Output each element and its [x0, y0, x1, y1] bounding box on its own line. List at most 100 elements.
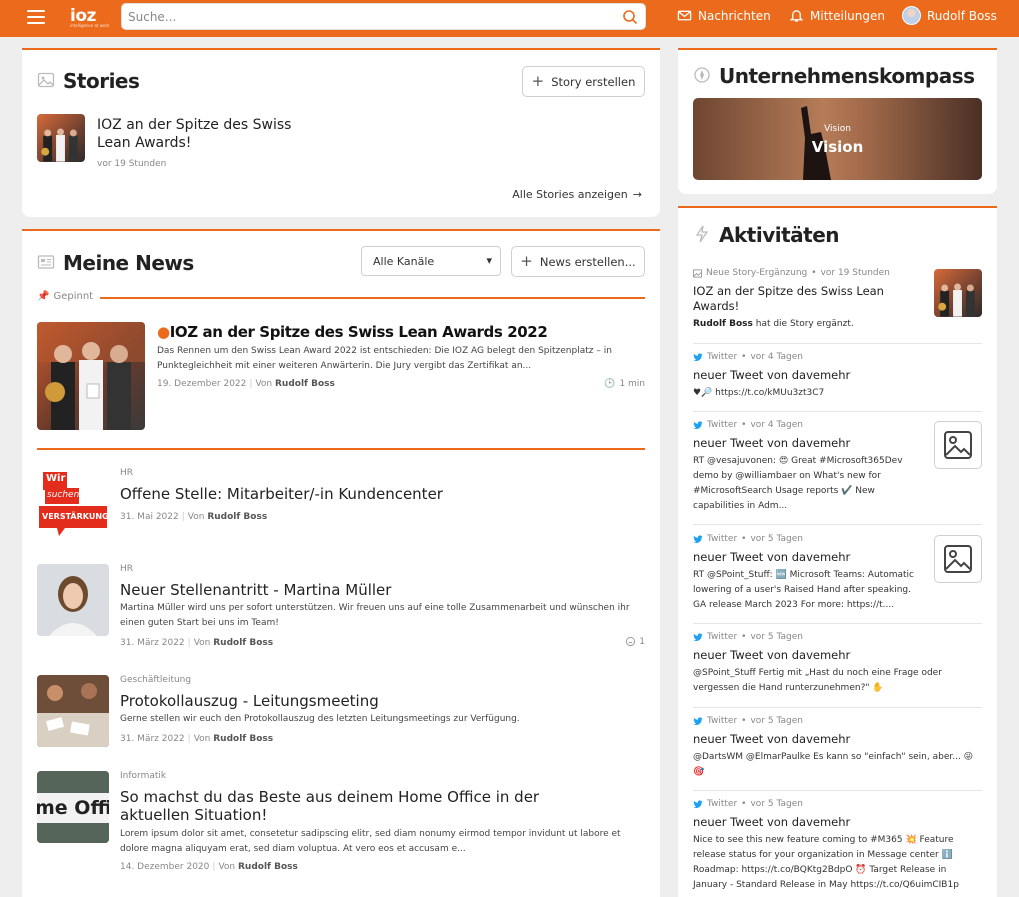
story-time: vor 19 Stunden [97, 159, 167, 169]
news-meta: 14. Dezember 2020 | Von Rudolf Boss [120, 862, 298, 872]
messages-label: Nachrichten [698, 8, 771, 23]
pinned-news-title[interactable]: ●IOZ an der Spitze des Swiss Lean Awards… [157, 323, 548, 341]
show-all-stories-link[interactable]: Alle Stories anzeigen → [512, 188, 642, 201]
bell-icon [789, 10, 804, 22]
channel-select[interactable]: Alle Kanäle ▾ [361, 246, 501, 276]
unread-dot-icon: ● [157, 323, 170, 341]
activity-divider [693, 343, 982, 344]
notifications-link[interactable]: Mitteilungen [789, 8, 885, 23]
stories-title: Stories [63, 69, 140, 93]
activity-item[interactable]: Neue Story-Ergänzung • vor 19 Stunden IOZ … [693, 268, 923, 332]
activity-thumbnail[interactable] [934, 269, 982, 317]
news-date: 14. Dezember 2020 [120, 862, 210, 872]
news-von: Von [218, 862, 236, 872]
pinned-news-thumbnail[interactable] [37, 322, 145, 430]
story-thumbnail[interactable] [37, 114, 85, 162]
activity-divider [693, 623, 982, 624]
activity-divider [693, 411, 982, 412]
news-item-title[interactable]: So machst du das Beste aus deinem Home O… [120, 788, 600, 824]
activity-item[interactable]: Twitter • vor 5 Tagen neuer Tweet von dave… [693, 799, 982, 893]
news-item-title[interactable]: Protokollauszug - Leitungsmeeting [120, 692, 379, 710]
activity-source: Twitter [707, 799, 738, 809]
user-name: Rudolf Boss [927, 8, 997, 23]
activity-divider [693, 790, 982, 791]
pinned-header: 📌 Gepinnt [37, 291, 93, 302]
activity-source: Twitter [707, 534, 738, 544]
messages-link[interactable]: Nachrichten [677, 8, 771, 23]
menu-icon[interactable] [27, 10, 45, 24]
image-placeholder-icon[interactable] [934, 421, 982, 469]
news-von: Von [193, 638, 211, 648]
news-thumbnail-person[interactable] [37, 564, 109, 636]
news-author[interactable]: Rudolf Boss [207, 512, 267, 522]
logo-subtitle: intelligence at work [70, 23, 110, 28]
top-bar: iozintelligence at work Nachrichten Mitt… [0, 0, 1019, 37]
activity-item[interactable]: Twitter • vor 5 Tagen neuer Tweet von dave… [693, 632, 982, 696]
people-photo [41, 128, 78, 162]
activity-source: Twitter [707, 420, 738, 430]
news-thumbnail-homeoffice[interactable]: me Offi [37, 771, 109, 843]
pinned-news-title-text: IOZ an der Spitze des Swiss Lean Awards … [169, 323, 548, 341]
comment-count[interactable]: 1 [625, 636, 645, 647]
news-author[interactable]: Rudolf Boss [213, 734, 273, 744]
news-item-title[interactable]: Neuer Stellenantritt - Martina Müller [120, 581, 391, 599]
news-category: Geschäftleitung [120, 675, 192, 685]
activity-body: @SPoint_Stuff Fertig mit „Hast du noch e… [693, 668, 942, 693]
activity-title: neuer Tweet von davemehr [693, 815, 851, 829]
pinned-bottom-divider [37, 448, 645, 450]
pinned-news-meta: 19. Dezember 2022 | Von Rudolf Boss [157, 379, 335, 389]
search-input[interactable] [128, 8, 608, 26]
pinned-news-author[interactable]: Rudolf Boss [275, 379, 335, 389]
activity-body: Nice to see this new feature coming to #… [693, 835, 959, 890]
news-meta: 31. März 2022 | Von Rudolf Boss [120, 734, 274, 744]
envelope-icon [677, 10, 692, 21]
news-category: Informatik [120, 771, 167, 781]
create-news-button[interactable]: + News erstellen... [511, 246, 645, 277]
story-title[interactable]: IOZ an der Spitze des Swiss Lean Awards! [97, 116, 317, 152]
news-thumbnail-job[interactable]: Wir suchen VERSTÄRKUNG [37, 466, 109, 538]
activity-title: neuer Tweet von davemehr [693, 550, 851, 564]
activity-item[interactable]: Twitter • vor 4 Tagen neuer Tweet von dave… [693, 352, 982, 401]
channel-select-value: Alle Kanäle [373, 255, 435, 268]
create-story-button[interactable]: + Story erstellen [522, 66, 645, 97]
activity-time: vor 5 Tagen [750, 799, 803, 809]
woman-photo [37, 564, 109, 636]
people-photo [37, 322, 145, 430]
activity-title: neuer Tweet von davemehr [693, 732, 851, 746]
news-category: HR [120, 468, 134, 478]
image-icon [693, 268, 702, 278]
vision-banner[interactable]: Vision Vision [693, 98, 982, 180]
activity-title: neuer Tweet von davemehr [693, 436, 851, 450]
activity-body: RT @vesajuvonen: 😍 Great #Microsoft365De… [693, 456, 903, 511]
news-card: Meine News Alle Kanäle ▾ + News erstellen.… [22, 229, 660, 897]
activity-item[interactable]: Twitter • vor 4 Tagen neuer Tweet von dave… [693, 420, 923, 514]
news-meta: 31. Mai 2022 | Von Rudolf Boss [120, 512, 268, 522]
plus-icon: + [520, 252, 533, 270]
news-item-title[interactable]: Offene Stelle: Mitarbeiter/-in Kundencen… [120, 485, 443, 503]
create-news-label: News erstellen... [539, 254, 636, 269]
activity-body: ♥🔎 https://t.co/kMUu3zt3C7 [693, 388, 825, 398]
clock-icon: 🕒 [604, 379, 616, 389]
thumb-text-home-office: me Offi [37, 797, 109, 819]
activity-author[interactable]: Rudolf Boss [693, 319, 753, 329]
search-box[interactable] [121, 3, 646, 30]
activity-time: vor 5 Tagen [750, 716, 803, 726]
twitter-icon [693, 716, 703, 725]
news-category: HR [120, 564, 134, 574]
news-author[interactable]: Rudolf Boss [238, 862, 298, 872]
activity-item[interactable]: Twitter • vor 5 Tagen neuer Tweet von dave… [693, 716, 982, 780]
image-placeholder-icon[interactable] [934, 535, 982, 583]
search-icon[interactable] [622, 9, 638, 25]
user-menu[interactable]: Rudolf Boss [902, 6, 997, 25]
news-author[interactable]: Rudolf Boss [213, 638, 273, 648]
ioz-logo[interactable]: ioz intelligence at work [70, 6, 109, 28]
activity-item[interactable]: Twitter • vor 5 Tagen neuer Tweet von dave… [693, 534, 923, 613]
news-item-text: Martina Müller wird uns per sofort unter… [120, 603, 630, 628]
activity-time: vor 5 Tagen [750, 534, 803, 544]
compass-icon [694, 67, 710, 83]
news-date: 31. Mai 2022 [120, 512, 179, 522]
notifications-label: Mitteilungen [810, 8, 885, 23]
twitter-icon [693, 534, 703, 543]
news-thumbnail-meeting[interactable] [37, 675, 109, 747]
compass-title: Unternehmenskompass [719, 64, 975, 88]
